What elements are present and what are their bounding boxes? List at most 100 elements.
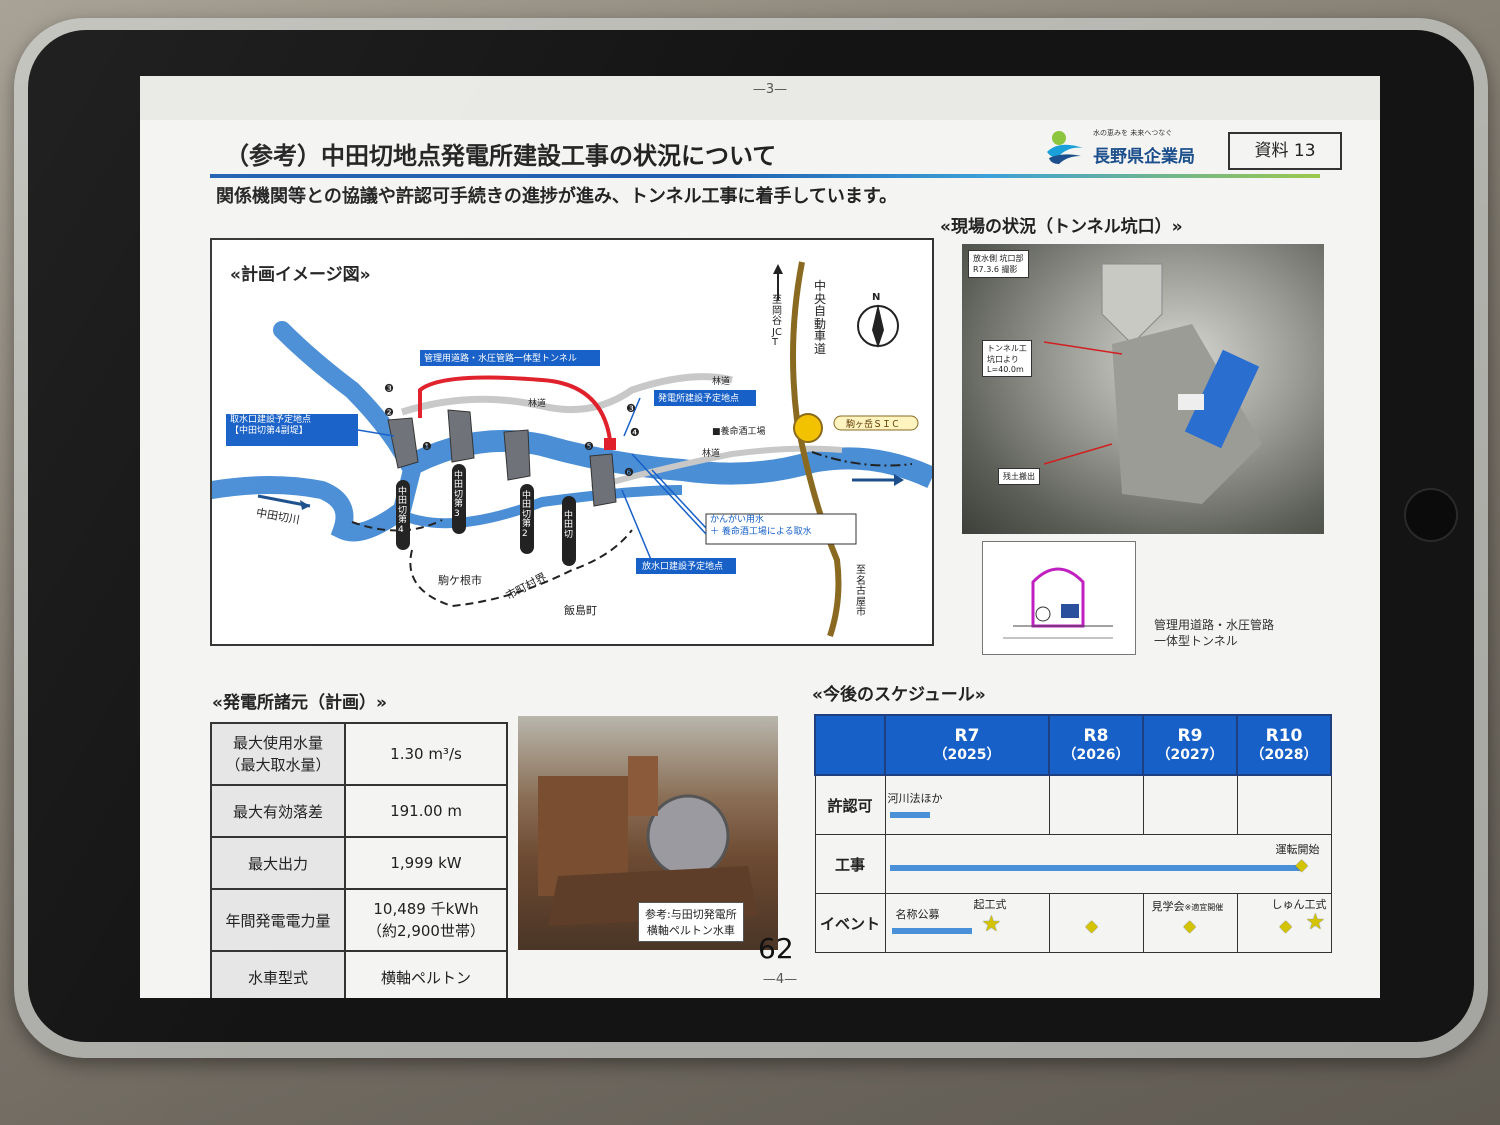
marker-1: ❶ xyxy=(422,440,432,453)
permit-bar xyxy=(889,812,930,818)
specs-table: 最大使用水量 （最大取水量） 1.30 m³/s 最大有効落差 191.00 m… xyxy=(210,722,508,998)
year-header: R10 （2028） xyxy=(1236,714,1332,776)
tunnel-cross-section xyxy=(982,541,1136,655)
table-row: 水車型式 横軸ペルトン xyxy=(210,950,508,998)
milestone-diamond-icon: ◆ xyxy=(1279,916,1292,935)
schedule-cell: しゅん工式 ◆ ★ xyxy=(1236,893,1332,953)
turbine-photo: 参考:与田切発電所 横軸ペルトン水車 xyxy=(518,716,778,950)
permit-note: 河川法ほか xyxy=(887,792,943,805)
expressway-label: 中央自動車道 xyxy=(814,279,827,356)
spec-key: 水車型式 xyxy=(210,950,346,998)
table-row: 年間発電電力量 10,489 千kWh （約2,900世帯） xyxy=(210,888,508,952)
weir-label: 中田切 xyxy=(564,511,574,540)
logo-icon xyxy=(1047,131,1083,164)
spec-key: 年間発電電力量 xyxy=(210,888,346,952)
spec-value: 1,999 kW xyxy=(344,836,508,890)
schedule-table: R7 （2025） R8 （2026） R9 （2027） R10 （2028） 許認可… xyxy=(814,714,1332,953)
spec-value: 10,489 千kWh （約2,900世帯） xyxy=(344,888,508,952)
tablet-screen: —3— （参考）中田切地点発電所建設工事の状況について 水の恵みを 未来へつなぐ… xyxy=(140,76,1380,998)
powerhouse-label: 発電所建設予定地点 xyxy=(658,394,740,404)
town-label: 飯島町 xyxy=(564,604,597,617)
site-photo-drawing xyxy=(1043,263,1262,504)
document-label: 資料 13 xyxy=(1228,132,1342,170)
table-row: 最大使用水量 （最大取水量） 1.30 m³/s xyxy=(210,722,508,786)
page-subtitle: 関係機関等との協議や許認可手続きの進捗が進み、トンネル工事に着手しています。 xyxy=(216,186,898,207)
turbine-caption: 参考:与田切発電所 横軸ペルトン水車 xyxy=(638,902,744,942)
logo-name: 長野県企業局 xyxy=(1093,147,1195,167)
forest-road-label: 林道 xyxy=(712,377,731,387)
city-label: 駒ケ根市 xyxy=(438,574,482,587)
to-nagoya-label: 至名古屋市 xyxy=(856,565,866,618)
marker-3: ❸ xyxy=(384,382,394,395)
camera-icon xyxy=(1404,488,1458,542)
corner-cell xyxy=(814,714,886,776)
page-number-top: —3— xyxy=(752,82,788,97)
specs-heading: «発電所諸元（計画）» xyxy=(212,693,387,713)
forest-road-label: 林道 xyxy=(528,399,547,409)
spec-value: 191.00 m xyxy=(344,784,508,838)
year-label: R8 xyxy=(1083,726,1109,747)
year-header: R9 （2027） xyxy=(1142,714,1238,776)
plan-heading: «計画イメージ図» xyxy=(230,265,371,285)
intake-label: 取水口建設予定地点 【中田切第4副堤】 xyxy=(230,415,312,437)
groundbreaking-note: 起工式 xyxy=(973,898,1007,911)
logo-tagline: 水の恵みを 未来へつなぐ xyxy=(1093,129,1173,137)
tour-label: 見学会 xyxy=(1151,900,1185,913)
table-row: 工事 運転開始 ◆ xyxy=(814,834,1332,894)
year-sub: （2027） xyxy=(1156,746,1224,763)
title-rule xyxy=(210,174,1320,178)
irrigation-label: かんがい用水 ＋ 養命酒工場による取水 xyxy=(710,515,812,537)
year-sub: （2026） xyxy=(1062,746,1130,763)
site-aerial-photo: 放水側 坑口部 R7.3.6 撮影 トンネル工 坑口より L=40.0m 残土搬… xyxy=(962,244,1324,534)
table-row: R7 （2025） R8 （2026） R9 （2027） R10 （2028） xyxy=(814,714,1332,776)
plan-map: «計画イメージ図» 管理用道路・水圧管路一体型トンネル 取水口建設予定地点 【中… xyxy=(210,238,934,646)
weir-label: 中田切第3 xyxy=(454,471,464,519)
marker-6: ❻ xyxy=(624,466,634,479)
spec-key: 最大出力 xyxy=(210,836,346,890)
schedule-cell xyxy=(1048,774,1144,835)
north-label: N xyxy=(872,292,881,303)
table-row: 最大出力 1,999 kW xyxy=(210,836,508,890)
tour-note: 見学会※適宜開催 xyxy=(1152,898,1224,914)
photo-tag: 放水側 坑口部 R7.3.6 撮影 xyxy=(968,250,1029,278)
tour-subnote: ※適宜開催 xyxy=(1184,903,1224,912)
year-header: R8 （2026） xyxy=(1048,714,1144,776)
construction-bar xyxy=(889,865,1300,871)
spec-value: 横軸ペルトン xyxy=(344,950,508,998)
table-row: 許認可 河川法ほか xyxy=(814,774,1332,835)
table-row: 最大有効落差 191.00 m xyxy=(210,784,508,838)
spec-key: 最大有効落差 xyxy=(210,784,346,838)
year-label: R9 xyxy=(1177,726,1203,747)
year-label: R7 xyxy=(954,726,980,747)
schedule-cell xyxy=(1236,774,1332,835)
weir-label: 中田切第4 xyxy=(398,487,408,535)
cross-section-caption: 管理用道路・水圧管路 一体型トンネル xyxy=(1154,618,1275,648)
spec-value: 1.30 m³/s xyxy=(344,722,508,786)
soil-removal-tag: 残土搬出 xyxy=(998,468,1040,485)
page-title: （参考）中田切地点発電所建設工事の状況について xyxy=(225,142,777,170)
marker-5: ❺ xyxy=(584,440,594,453)
naming-note: 名称公募 xyxy=(895,908,940,921)
year-label: R10 xyxy=(1265,726,1303,747)
marker-4: ❹ xyxy=(630,426,640,439)
to-okaya-label: 至岡谷JCT xyxy=(772,295,782,348)
spec-key: 最大使用水量 （最大取水量） xyxy=(210,722,346,786)
tunnel-label: 管理用道路・水圧管路一体型トンネル xyxy=(424,354,577,364)
interchange-label: 駒ヶ岳ＳＩＣ xyxy=(846,420,901,430)
table-row: イベント 名称公募 起工式 ★ ◆ 見学会※適宜開催 ◆ しゅん工式 ◆ ★ xyxy=(814,893,1332,953)
factory-label: ■養命酒工場 xyxy=(712,427,766,437)
site-heading: «現場の状況（トンネル坑口）» xyxy=(940,217,1183,237)
row-header: 許認可 xyxy=(814,774,886,835)
schedule-cell: 名称公募 起工式 ★ xyxy=(884,893,1050,953)
schedule-cell: 河川法ほか xyxy=(884,774,1050,835)
schedule-cell: 運転開始 ◆ xyxy=(884,834,1332,894)
milestone-diamond-icon: ◆ xyxy=(1085,916,1098,935)
year-sub: （2028） xyxy=(1250,746,1318,763)
milestone-diamond-icon: ◆ xyxy=(1295,855,1308,874)
weir-label: 中田切第2 xyxy=(522,491,532,539)
forest-road-label: 林道 xyxy=(702,449,721,459)
schedule-cell xyxy=(1142,774,1238,835)
star-icon: ★ xyxy=(981,912,1002,937)
agency-logo: 水の恵みを 未来へつなぐ 長野県企業局 xyxy=(1045,122,1215,172)
schedule-cell: ◆ xyxy=(1048,893,1144,953)
